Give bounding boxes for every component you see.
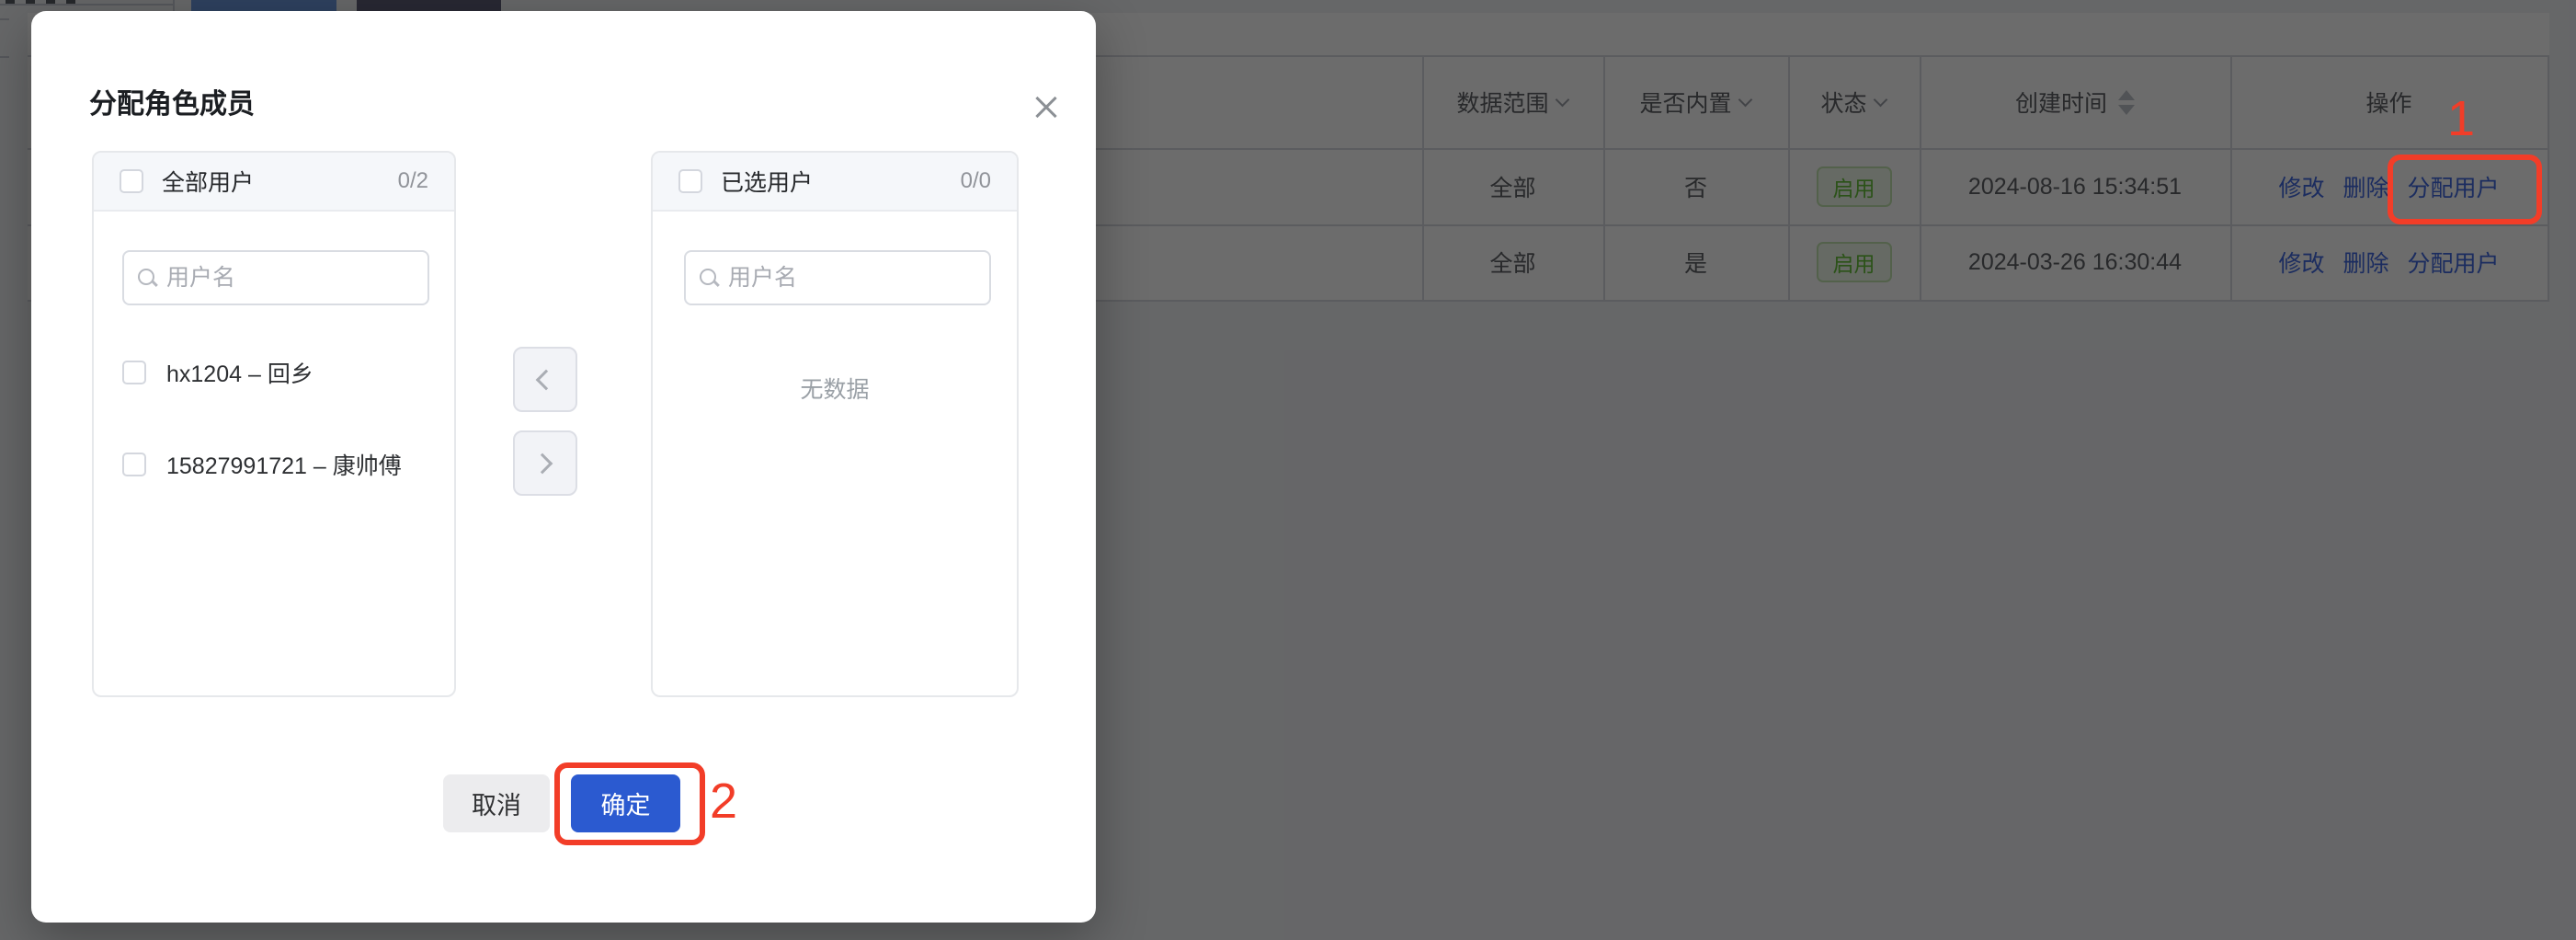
- select-all-checkbox[interactable]: [120, 169, 143, 193]
- target-search-box: [684, 250, 991, 305]
- annotation-box-step2: [554, 762, 705, 845]
- empty-placeholder: 无数据: [653, 372, 1017, 405]
- search-icon: [137, 268, 157, 288]
- list-item[interactable]: hx1204 – 回乡: [122, 357, 313, 388]
- dialog-title: 分配角色成员: [89, 81, 255, 121]
- transfer-source-panel: 全部用户 0/2 hx1204 – 回乡 15827991721 – 康帅傅: [92, 151, 456, 697]
- transfer-target-header: 已选用户 0/0: [653, 153, 1017, 212]
- source-search-box: [122, 250, 429, 305]
- item-label: 15827991721 – 康帅傅: [166, 448, 402, 481]
- move-to-source-button[interactable]: [513, 347, 577, 412]
- item-checkbox[interactable]: [122, 453, 146, 476]
- target-search-input[interactable]: [728, 265, 976, 292]
- chevron-left-icon: [536, 370, 557, 391]
- item-checkbox[interactable]: [122, 361, 146, 384]
- screen: 数据范围 是否内置 状态 创建时间 操作 全部 否 启用: [0, 0, 2576, 940]
- item-label: hx1204 – 回乡: [166, 356, 313, 389]
- list-item[interactable]: 15827991721 – 康帅傅: [122, 449, 402, 480]
- select-all-checkbox[interactable]: [678, 169, 702, 193]
- annotation-box-step1: [2388, 155, 2542, 224]
- panel-count: 0/2: [398, 168, 428, 194]
- panel-title: 全部用户: [162, 165, 254, 198]
- annotation-number-step2: 2: [710, 776, 737, 826]
- close-icon[interactable]: [1028, 90, 1065, 127]
- annotation-number-step1: 1: [2447, 94, 2475, 143]
- move-to-target-button[interactable]: [513, 430, 577, 496]
- search-icon: [699, 268, 719, 288]
- transfer-source-header: 全部用户 0/2: [94, 153, 454, 212]
- source-search-input[interactable]: [166, 265, 415, 292]
- panel-count: 0/0: [961, 168, 991, 194]
- chevron-right-icon: [532, 453, 553, 475]
- transfer-target-panel: 已选用户 0/0 无数据: [651, 151, 1019, 697]
- panel-title: 已选用户: [721, 165, 813, 198]
- cancel-button[interactable]: 取消: [443, 774, 550, 832]
